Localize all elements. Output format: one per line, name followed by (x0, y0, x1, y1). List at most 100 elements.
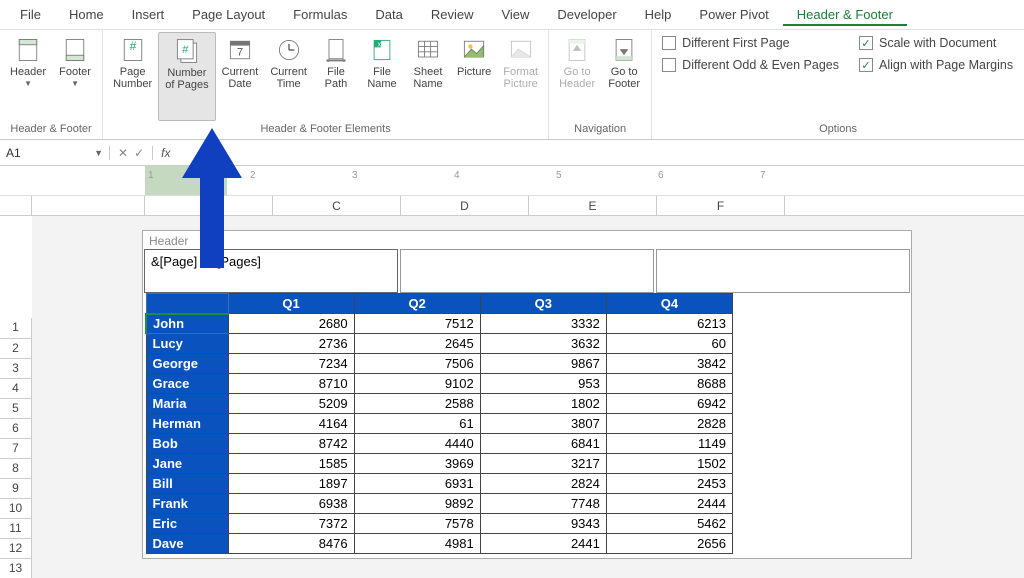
data-cell[interactable]: 9343 (480, 514, 606, 534)
table-header[interactable]: Q1 (228, 294, 354, 314)
menu-home[interactable]: Home (55, 3, 118, 26)
row-name-cell[interactable]: Frank (146, 494, 228, 514)
ribbon-btn-page-number[interactable]: #Page Number (107, 32, 158, 121)
data-cell[interactable]: 1149 (606, 434, 732, 454)
data-cell[interactable]: 2441 (480, 534, 606, 554)
row-name-cell[interactable]: Bob (146, 434, 228, 454)
data-cell[interactable]: 7578 (354, 514, 480, 534)
data-cell[interactable]: 8476 (228, 534, 354, 554)
data-cell[interactable]: 3807 (480, 414, 606, 434)
option-different-odd-even-pages[interactable]: Different Odd & Even Pages (662, 58, 839, 72)
row-name-cell[interactable]: Lucy (146, 334, 228, 354)
data-cell[interactable]: 2453 (606, 474, 732, 494)
menu-power-pivot[interactable]: Power Pivot (685, 3, 782, 26)
data-cell[interactable]: 3842 (606, 354, 732, 374)
row-header[interactable]: 13 (0, 558, 32, 578)
menu-file[interactable]: File (6, 3, 55, 26)
data-cell[interactable]: 1585 (228, 454, 354, 474)
enter-icon[interactable]: ✓ (134, 146, 144, 160)
ribbon-btn-file-path[interactable]: File Path (313, 32, 359, 121)
menu-review[interactable]: Review (417, 3, 488, 26)
menu-insert[interactable]: Insert (118, 3, 179, 26)
data-cell[interactable]: 4164 (228, 414, 354, 434)
row-header[interactable]: 1 (0, 318, 32, 338)
option-scale-with-document[interactable]: Scale with Document (859, 36, 1013, 50)
select-all-corner[interactable] (0, 196, 32, 215)
row-header[interactable]: 8 (0, 458, 32, 478)
menu-developer[interactable]: Developer (543, 3, 630, 26)
ribbon-btn-current-time[interactable]: Current Time (264, 32, 313, 121)
data-cell[interactable]: 9102 (354, 374, 480, 394)
table-header[interactable]: Q3 (480, 294, 606, 314)
data-cell[interactable]: 2588 (354, 394, 480, 414)
row-header[interactable]: 7 (0, 438, 32, 458)
data-cell[interactable]: 3217 (480, 454, 606, 474)
row-name-cell[interactable]: Bill (146, 474, 228, 494)
row-name-cell[interactable]: Herman (146, 414, 228, 434)
ribbon-btn-sheet-name[interactable]: Sheet Name (405, 32, 451, 121)
data-cell[interactable]: 8688 (606, 374, 732, 394)
data-cell[interactable]: 6213 (606, 314, 732, 334)
ribbon-btn-picture[interactable]: Picture (451, 32, 497, 121)
row-name-cell[interactable]: Dave (146, 534, 228, 554)
row-header[interactable]: 9 (0, 478, 32, 498)
data-cell[interactable]: 1802 (480, 394, 606, 414)
data-cell[interactable]: 8742 (228, 434, 354, 454)
data-cell[interactable]: 1502 (606, 454, 732, 474)
row-header[interactable]: 6 (0, 418, 32, 438)
row-header[interactable]: 12 (0, 538, 32, 558)
data-cell[interactable]: 5462 (606, 514, 732, 534)
menu-formulas[interactable]: Formulas (279, 3, 361, 26)
row-name-cell[interactable]: Grace (146, 374, 228, 394)
data-cell[interactable]: 7748 (480, 494, 606, 514)
data-cell[interactable]: 8710 (228, 374, 354, 394)
fx-icon[interactable]: fx (152, 146, 178, 160)
row-header[interactable]: 3 (0, 358, 32, 378)
data-cell[interactable]: 4440 (354, 434, 480, 454)
row-name-cell[interactable]: Maria (146, 394, 228, 414)
row-header[interactable]: 2 (0, 338, 32, 358)
row-name-cell[interactable]: John (146, 314, 228, 334)
data-cell[interactable]: 7372 (228, 514, 354, 534)
ribbon-btn-go-to-footer[interactable]: Go to Footer (601, 32, 647, 121)
data-cell[interactable]: 6942 (606, 394, 732, 414)
row-header[interactable]: 10 (0, 498, 32, 518)
data-cell[interactable]: 5209 (228, 394, 354, 414)
row-name-cell[interactable]: George (146, 354, 228, 374)
data-cell[interactable]: 2680 (228, 314, 354, 334)
data-cell[interactable]: 3969 (354, 454, 480, 474)
row-name-cell[interactable]: Jane (146, 454, 228, 474)
data-cell[interactable]: 9867 (480, 354, 606, 374)
name-box[interactable]: A1 ▼ (0, 146, 110, 160)
data-cell[interactable]: 2444 (606, 494, 732, 514)
option-align-with-page-margins[interactable]: Align with Page Margins (859, 58, 1013, 72)
data-cell[interactable]: 2828 (606, 414, 732, 434)
data-cell[interactable]: 7234 (228, 354, 354, 374)
menu-view[interactable]: View (487, 3, 543, 26)
ribbon-btn-file-name[interactable]: xFile Name (359, 32, 405, 121)
data-cell[interactable]: 3632 (480, 334, 606, 354)
col-header-d[interactable]: D (401, 196, 529, 215)
row-header[interactable]: 4 (0, 378, 32, 398)
menu-page-layout[interactable]: Page Layout (178, 3, 279, 26)
ribbon-btn-header[interactable]: Header▼ (4, 32, 52, 121)
ribbon-btn-current-date[interactable]: 7Current Date (216, 32, 265, 121)
data-cell[interactable]: 2824 (480, 474, 606, 494)
option-different-first-page[interactable]: Different First Page (662, 36, 839, 50)
data-cell[interactable]: 1897 (228, 474, 354, 494)
table-header[interactable] (146, 294, 228, 314)
ribbon-btn-footer[interactable]: Footer▼ (52, 32, 98, 121)
col-header-e[interactable]: E (529, 196, 657, 215)
data-cell[interactable]: 6841 (480, 434, 606, 454)
table-header[interactable]: Q4 (606, 294, 732, 314)
data-cell[interactable]: 2656 (606, 534, 732, 554)
header-right-cell[interactable] (656, 249, 910, 293)
data-cell[interactable]: 3332 (480, 314, 606, 334)
data-cell[interactable]: 2736 (228, 334, 354, 354)
data-cell[interactable]: 6931 (354, 474, 480, 494)
data-cell[interactable]: 2645 (354, 334, 480, 354)
row-header[interactable]: 11 (0, 518, 32, 538)
cancel-icon[interactable]: ✕ (118, 146, 128, 160)
data-cell[interactable]: 9892 (354, 494, 480, 514)
data-cell[interactable]: 7506 (354, 354, 480, 374)
